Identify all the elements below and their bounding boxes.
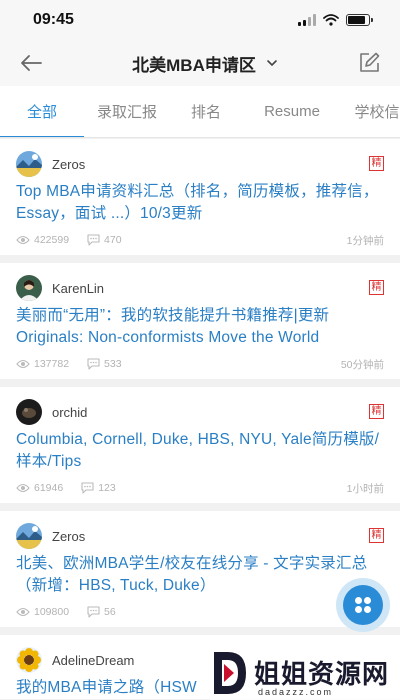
tab-admission-reports[interactable]: 录取汇报 (84, 101, 170, 122)
status-icons (298, 14, 373, 26)
post-time: 50分钟前 (340, 358, 384, 371)
view-count: 137782 (34, 358, 70, 370)
tab-rankings[interactable]: 排名 (170, 101, 242, 122)
watermark-text: 姐姐资源网 (254, 659, 390, 689)
status-time: 09:45 (33, 11, 74, 28)
watermark-logo-icon (214, 651, 246, 694)
dark-avatar-icon (16, 399, 42, 425)
category-tabs: 全部 录取汇报 排名 Resume 学校信 (0, 86, 400, 138)
featured-badge: 精 (369, 280, 384, 295)
active-tab-indicator (0, 136, 84, 137)
post-title[interactable]: Columbia, Cornell, Duke, HBS, NYU, Yale简… (16, 429, 384, 473)
grid-menu-icon (355, 597, 371, 613)
watermark-url: dadazzz.com (258, 687, 334, 697)
quick-menu-button[interactable] (336, 578, 390, 632)
compose-button[interactable] (356, 50, 382, 76)
eye-icon (16, 235, 30, 245)
post-card[interactable]: KarenLin 精 美丽而“无用”：我的软技能提升书籍推荐|更新Origina… (0, 263, 400, 379)
page-title: 北美MBA申请区 (132, 55, 256, 75)
signal-icon (298, 14, 316, 26)
view-count: 422599 (34, 234, 70, 246)
person-avatar-icon (16, 275, 42, 301)
eye-icon (16, 359, 30, 369)
comment-count: 470 (104, 234, 122, 246)
author-name[interactable]: KarenLin (52, 281, 104, 296)
watermark: 姐姐资源网 dadazzz.com (210, 645, 400, 700)
post-card[interactable]: Zeros 精 Top MBA申请资料汇总（排名，简历模板，推荐信，Essay，… (0, 139, 400, 255)
avatar[interactable] (16, 399, 42, 425)
post-card[interactable]: orchid 精 Columbia, Cornell, Duke, HBS, N… (0, 387, 400, 503)
comment-icon (87, 234, 100, 246)
post-title[interactable]: 美丽而“无用”：我的软技能提升书籍推荐|更新Originals: Non-con… (16, 305, 384, 349)
battery-icon (346, 14, 373, 26)
avatar[interactable] (16, 523, 42, 549)
author-name[interactable]: AdelineDream (52, 653, 134, 668)
featured-badge: 精 (369, 528, 384, 543)
comment-icon (87, 606, 100, 618)
back-button[interactable] (18, 50, 44, 76)
chevron-down-icon (267, 60, 277, 67)
post-title[interactable]: 北美、欧洲MBA学生/校友在线分享 - 文字实录汇总（新增：HBS, Tuck,… (16, 553, 384, 597)
post-time: 1小时前 (346, 482, 384, 495)
tab-resume[interactable]: Resume (242, 103, 342, 120)
avatar[interactable] (16, 647, 42, 673)
post-title[interactable]: Top MBA申请资料汇总（排名，简历模板，推荐信，Essay，面试 ...）1… (16, 181, 384, 225)
edit-icon (360, 52, 380, 72)
status-bar: 09:45 (0, 0, 400, 40)
avatar[interactable] (16, 275, 42, 301)
wifi-icon (323, 14, 339, 26)
featured-badge: 精 (369, 156, 384, 171)
view-count: 61946 (34, 482, 64, 494)
avatar[interactable] (16, 151, 42, 177)
author-name[interactable]: Zeros (52, 529, 85, 544)
forum-selector[interactable]: 北美MBA申请区 (132, 51, 278, 76)
nav-bar: 北美MBA申请区 (0, 40, 400, 86)
landscape-avatar-icon (16, 151, 42, 177)
post-time: 1分钟前 (346, 234, 384, 247)
featured-badge: 精 (369, 404, 384, 419)
view-count: 109800 (34, 606, 70, 618)
eye-icon (16, 607, 30, 617)
back-arrow-icon (21, 55, 42, 71)
sunflower-avatar-icon (16, 647, 42, 673)
tab-school-info[interactable]: 学校信 (342, 101, 400, 122)
comment-count: 123 (98, 482, 116, 494)
eye-icon (16, 483, 30, 493)
comment-count: 56 (104, 606, 116, 618)
comment-count: 533 (104, 358, 122, 370)
landscape-avatar-icon (16, 523, 42, 549)
author-name[interactable]: orchid (52, 405, 87, 420)
author-name[interactable]: Zeros (52, 157, 85, 172)
tab-all[interactable]: 全部 (0, 101, 84, 122)
comment-icon (87, 358, 100, 370)
comment-icon (81, 482, 94, 494)
